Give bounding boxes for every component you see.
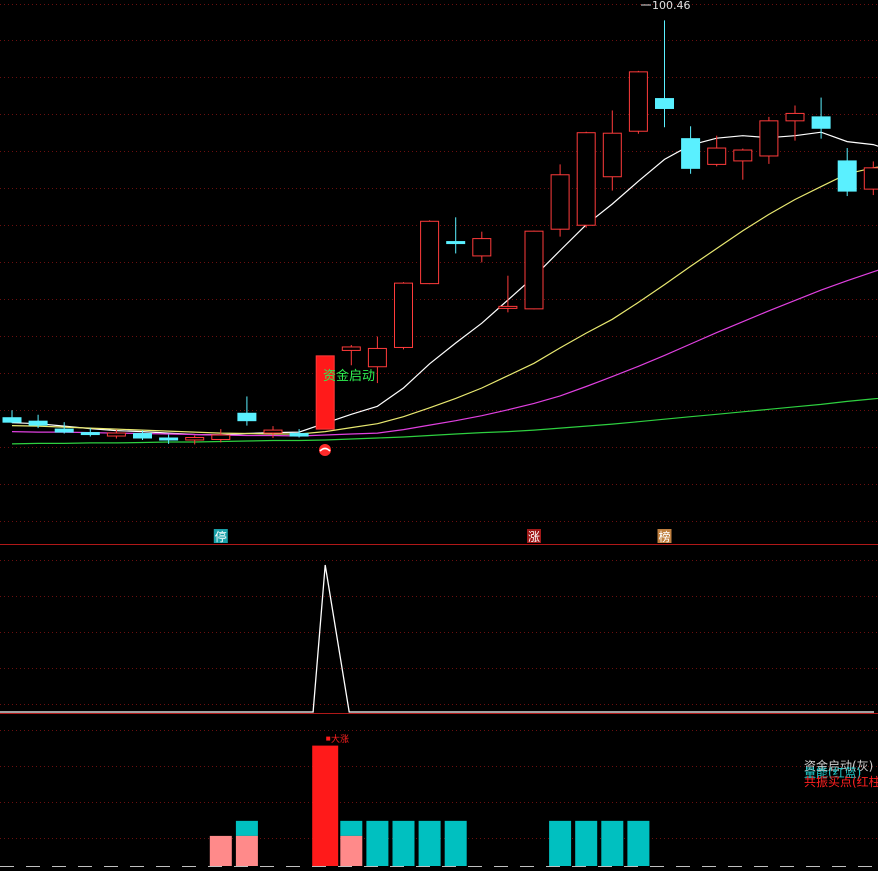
stock-chart-canvas: 100.46 资金启动 停涨榜 大涨 资金启动(灰) 量能(红蓝) 共振买点(红…: [0, 0, 878, 871]
bar: [312, 736, 339, 866]
signal-label: 资金启动: [323, 368, 375, 384]
candle-body: [367, 347, 387, 368]
candle-body: [2, 417, 22, 423]
candle-body: [759, 120, 779, 157]
candle-body: [315, 355, 335, 430]
candle-body: [524, 230, 544, 310]
candle: [628, 70, 648, 134]
candle-body: [211, 434, 231, 440]
bar: [549, 820, 572, 866]
bar-red-tip: [326, 736, 331, 741]
bar: [366, 820, 389, 866]
bar-pink-bottom: [340, 835, 363, 866]
bar-teal: [549, 820, 572, 866]
max-price-label: 100.46: [652, 0, 691, 12]
bar: [627, 820, 650, 866]
candle-body: [263, 429, 283, 434]
bar: [235, 820, 258, 866]
signal-ball-icon: [319, 444, 331, 456]
candle-body: [237, 412, 257, 422]
candle-body: [159, 437, 179, 441]
candle: [550, 164, 570, 237]
peak-label: 大涨: [331, 733, 349, 745]
candle: [524, 230, 544, 310]
candle-body: [28, 420, 48, 426]
event-marker: 停: [213, 529, 228, 544]
candle-body: [707, 147, 727, 165]
bar-teal: [601, 820, 624, 866]
candle: [394, 282, 413, 350]
bar: [209, 835, 232, 866]
candle-body: [133, 433, 152, 439]
candle-body: [394, 282, 413, 348]
candle-body: [472, 238, 492, 257]
candle-body: [628, 71, 648, 132]
bar-teal: [575, 820, 598, 866]
candle-body: [811, 116, 831, 129]
candle-body: [185, 437, 205, 441]
candle: [315, 355, 335, 430]
bar-teal: [444, 820, 467, 866]
event-marker-text: 涨: [528, 529, 540, 544]
legend-item-resonance-buy: 共振买点(红柱): [804, 774, 878, 789]
candle-body: [289, 433, 309, 437]
candle-body: [655, 98, 674, 109]
bar: [340, 820, 363, 866]
candle-body: [420, 220, 440, 285]
candle: [420, 220, 440, 285]
event-marker-text: 榜: [658, 529, 670, 544]
candle-body: [576, 132, 596, 226]
bar: [418, 820, 441, 866]
candle-body: [341, 346, 361, 351]
bar-pink-bottom: [235, 835, 258, 866]
event-marker-text: 停: [215, 529, 227, 544]
candle-body: [837, 160, 857, 192]
bar: [601, 820, 624, 866]
bar-red: [312, 745, 339, 866]
bar-teal-top: [235, 820, 258, 836]
candle: [576, 131, 596, 228]
candle-body: [54, 428, 74, 433]
event-marker: 榜: [657, 529, 672, 544]
bar: [575, 820, 598, 866]
candle-body: [446, 241, 466, 245]
candle-body: [550, 174, 570, 230]
candle-body: [602, 132, 622, 178]
candle-body: [80, 432, 100, 436]
bar-teal: [627, 820, 650, 866]
bar-teal: [366, 820, 389, 866]
bar-teal: [418, 820, 441, 866]
candle-body: [681, 138, 701, 169]
candle-body: [863, 167, 878, 190]
event-marker: 涨: [527, 529, 541, 544]
bar-teal-top: [340, 820, 363, 836]
bar: [392, 820, 415, 866]
candle-body: [498, 305, 518, 309]
bar-pink: [209, 835, 232, 866]
bar-teal: [392, 820, 415, 866]
candle-body: [785, 112, 805, 122]
candle-body: [733, 149, 753, 162]
bar: [444, 820, 467, 866]
candle-body: [106, 432, 126, 437]
